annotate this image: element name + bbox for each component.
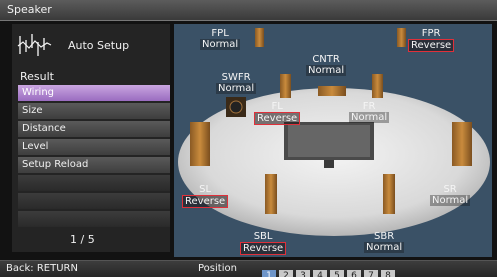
speaker-sr: SR Normal xyxy=(430,184,471,206)
speaker-fpl-name: FPL xyxy=(211,28,229,39)
menu-item-size[interactable]: Size xyxy=(18,103,170,119)
speaker-cntr: CNTR Normal xyxy=(306,54,347,76)
speaker-swfr-status: Normal xyxy=(216,83,257,94)
speaker-fl-icon xyxy=(280,74,291,98)
position-button-6[interactable]: 6 xyxy=(347,270,361,277)
auto-setup-waveform-icon xyxy=(17,34,52,56)
position-button-7[interactable]: 7 xyxy=(364,270,378,277)
speaker-sbr-status: Normal xyxy=(364,242,405,253)
position-button-1[interactable]: 1 xyxy=(262,270,276,277)
speaker-fr-status: Normal xyxy=(349,112,390,123)
speaker-fl: FL Reverse xyxy=(254,101,301,125)
menu-item-setup-reload[interactable]: Setup Reload xyxy=(18,157,170,173)
menu-item-empty xyxy=(18,175,170,191)
sidebar-panel: Auto Setup Result Wiring Size Distance L… xyxy=(12,24,170,252)
menu-item-distance[interactable]: Distance xyxy=(18,121,170,137)
speaker-sl: SL Reverse xyxy=(182,184,229,208)
position-button-5[interactable]: 5 xyxy=(330,270,344,277)
speaker-sbr-icon xyxy=(383,174,395,214)
speaker-swfr: SWFR Normal xyxy=(216,72,257,94)
speaker-sbr: SBR Normal xyxy=(364,231,405,253)
speaker-sbl-status: Reverse xyxy=(240,242,287,255)
speaker-layout-view: FPL Normal FPR Reverse CNTR Normal SWFR … xyxy=(174,24,492,257)
title-bar: Speaker xyxy=(0,0,497,21)
position-label: Position xyxy=(198,263,237,274)
speaker-fpl-status: Normal xyxy=(200,39,241,50)
footer-bar: Back: RETURN Position 12345678 xyxy=(0,260,497,277)
back-return-hint[interactable]: Back: RETURN xyxy=(6,263,78,274)
speaker-cntr-status: Normal xyxy=(306,65,347,76)
speaker-setup-screen: Speaker Auto Setup Result Wiring Size Di… xyxy=(0,0,497,277)
menu-item-level[interactable]: Level xyxy=(18,139,170,155)
menu-item-empty xyxy=(18,211,170,227)
position-selector: 12345678 xyxy=(262,263,398,277)
speaker-fr: FR Normal xyxy=(349,101,390,123)
auto-setup-header: Auto Setup xyxy=(16,32,166,60)
subwoofer-driver-icon xyxy=(229,100,243,114)
speaker-sr-name: SR xyxy=(443,184,457,195)
speaker-fl-name: FL xyxy=(271,101,283,112)
speaker-cntr-icon xyxy=(318,86,346,96)
page-indicator: 1 / 5 xyxy=(70,233,95,246)
speaker-fr-name: FR xyxy=(362,101,376,112)
position-button-2[interactable]: 2 xyxy=(279,270,293,277)
speaker-swfr-name: SWFR xyxy=(221,72,251,83)
position-button-3[interactable]: 3 xyxy=(296,270,310,277)
speaker-sbl: SBL Reverse xyxy=(240,231,287,255)
menu-item-wiring[interactable]: Wiring xyxy=(18,85,170,101)
speaker-sbl-name: SBL xyxy=(253,231,273,242)
window-title: Speaker xyxy=(7,3,52,16)
speaker-sl-status: Reverse xyxy=(182,195,229,208)
auto-setup-title: Auto Setup xyxy=(68,39,130,52)
speaker-fpr: FPR Reverse xyxy=(408,28,455,52)
speaker-sbr-name: SBR xyxy=(374,231,395,242)
speaker-sl-name: SL xyxy=(199,184,212,195)
speaker-fpr-name: FPR xyxy=(421,28,441,39)
speaker-fpr-status: Reverse xyxy=(408,39,455,52)
speaker-cntr-name: CNTR xyxy=(312,54,340,65)
position-button-8[interactable]: 8 xyxy=(381,270,395,277)
menu-item-empty xyxy=(18,193,170,209)
speaker-sl-icon xyxy=(190,122,210,166)
position-button-4[interactable]: 4 xyxy=(313,270,327,277)
speaker-fpr-icon xyxy=(397,28,406,47)
speaker-sr-icon xyxy=(452,122,472,166)
result-menu: Wiring Size Distance Level Setup Reload xyxy=(18,85,170,229)
speaker-sr-status: Normal xyxy=(430,195,471,206)
speaker-fr-icon xyxy=(372,74,383,98)
speaker-fpl-icon xyxy=(255,28,264,47)
result-label: Result xyxy=(20,70,54,83)
speaker-fl-status: Reverse xyxy=(254,112,301,125)
speaker-fpl: FPL Normal xyxy=(200,28,241,50)
speaker-sbl-icon xyxy=(265,174,277,214)
